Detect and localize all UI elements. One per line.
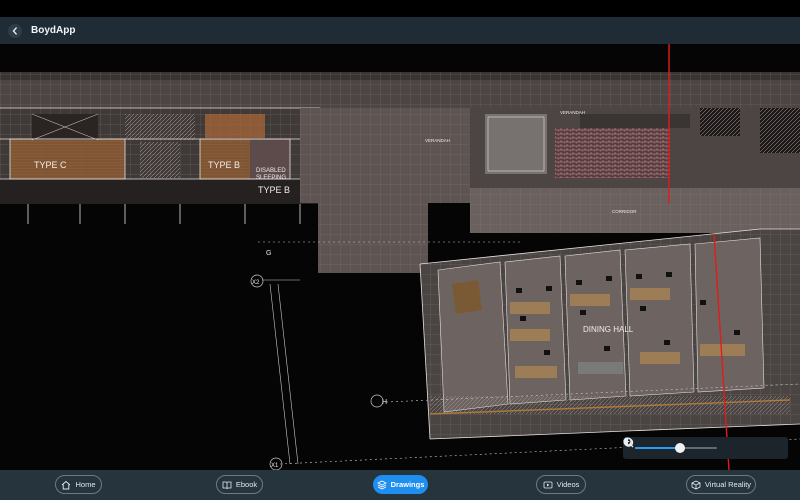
grid-label-x2: X2 (252, 280, 260, 286)
label-verandah: VERANDAH (425, 138, 450, 143)
cube-icon (691, 480, 701, 489)
home-icon (62, 480, 71, 489)
label-corridor: CORRIDOR (612, 209, 637, 214)
back-button[interactable] (8, 23, 22, 38)
slider-fill (635, 447, 680, 449)
drawing-canvas[interactable]: TYPE C TYPE B TYPE B DISABLED SLEEPING V… (0, 44, 800, 470)
chevron-left-icon (12, 26, 17, 35)
book-icon (222, 481, 232, 489)
grid-label-g: G (266, 250, 271, 257)
tab-home[interactable]: Home (55, 475, 102, 494)
label-type-b-1: TYPE B (208, 160, 240, 170)
tab-ebook-label: Ebook (235, 480, 258, 489)
tab-virtual-reality-label: Virtual Reality (704, 480, 752, 489)
grid-label-x1: X1 (271, 463, 279, 469)
app-title: BoydApp (31, 25, 76, 36)
tab-home-label: Home (75, 480, 96, 489)
app-header: BoydApp (0, 17, 800, 44)
contrast-slider[interactable] (635, 443, 717, 453)
reset-view-button[interactable] (624, 437, 782, 455)
video-icon (543, 481, 552, 488)
label-sleeping: SLEEPING (256, 175, 286, 181)
label-type-b-2: TYPE B (258, 185, 290, 195)
zoom-out-button[interactable] (623, 437, 741, 455)
bottom-tab-bar: Home Ebook Drawings Videos Virtual Reali… (0, 470, 800, 500)
rotate-icon (624, 437, 634, 447)
tab-drawings[interactable]: Drawings (373, 475, 428, 494)
label-disabled: DISABLED (256, 168, 286, 174)
tab-drawings-label: Drawings (390, 480, 425, 489)
status-bar (0, 0, 800, 17)
tab-videos[interactable]: Videos (536, 475, 586, 494)
tab-ebook[interactable]: Ebook (216, 475, 263, 494)
label-dining-hall: DINING HALL (583, 325, 634, 334)
layers-icon (376, 480, 387, 489)
floor-plan-drawing: TYPE C TYPE B TYPE B DISABLED SLEEPING V… (0, 44, 800, 470)
slider-thumb[interactable] (674, 443, 685, 453)
grid-label-h: H (382, 399, 387, 406)
zoom-in-button[interactable] (623, 437, 762, 455)
label-type-c: TYPE C (34, 160, 67, 170)
tab-virtual-reality[interactable]: Virtual Reality (686, 475, 756, 494)
label-verandah-2: VERANDAH (560, 110, 585, 115)
tab-videos-label: Videos (556, 480, 580, 489)
drawing-toolbar (623, 437, 788, 459)
